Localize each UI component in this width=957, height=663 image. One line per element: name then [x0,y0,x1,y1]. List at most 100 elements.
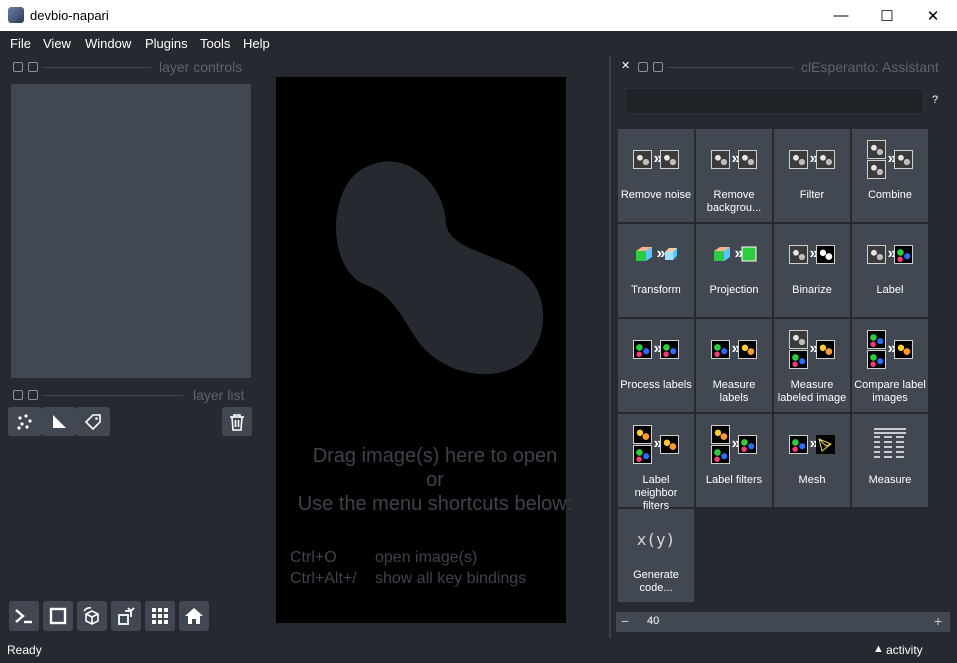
tile-label: Binarize [792,284,832,296]
dock-close-icon[interactable] [13,62,23,72]
assistant-tile-measure-labels[interactable]: » Measure labels [696,319,772,412]
thumbnail-icon [866,159,886,179]
thumbnail-icon [710,339,730,359]
console-button[interactable] [9,601,39,631]
double-chevron-icon: » [809,245,819,262]
dock-float-icon[interactable] [28,62,38,72]
trash-icon [230,413,244,431]
thumbnail-icon [816,244,836,264]
tile-label: Measure [868,474,912,486]
double-chevron-icon: » [887,245,897,262]
roll-dims-button[interactable] [77,601,107,631]
maximize-button[interactable]: ☐ [864,0,910,31]
drag-drop-hint: Drag image(s) here to open or Use the me… [276,444,594,516]
thumbnail-icon [816,339,836,359]
new-shapes-layer-button[interactable] [42,407,76,436]
tile-icon-group: » [788,224,836,284]
assistant-tile-remove-noise[interactable]: » Remove noise [618,129,694,222]
thumbnail-icon [788,329,808,349]
dock-close-x-icon[interactable]: ✕ [621,59,630,72]
dock-pin-icon[interactable] [653,62,663,72]
assistant-tile-process-labels[interactable]: » Process labels [618,319,694,412]
dock-splitter[interactable] [609,55,611,638]
close-button[interactable]: ✕ [910,0,956,31]
assistant-tile-transform[interactable]: » Transform [618,224,694,317]
code-icon: x(y) [636,529,676,549]
title-bar: devbio-napari — ☐ ✕ [0,0,957,32]
assistant-tile-combine[interactable]: » Combine [852,129,928,222]
tile-label: Label neighbor filters [634,474,678,512]
assistant-tile-measure-labeled-image[interactable]: » Measure labeled image [774,319,850,412]
tile-icon-group: » [633,224,680,284]
dock-float-icon[interactable] [638,62,648,72]
activity-chevron-icon[interactable]: ▲ [873,643,884,655]
tile-label: Compare label images [854,379,926,404]
assistant-title: clEsperanto: Assistant [801,59,939,75]
assistant-tile-binarize[interactable]: » Binarize [774,224,850,317]
tile-label: Measure labels [712,379,756,404]
dock-float-icon[interactable] [28,390,38,400]
new-labels-layer-button[interactable] [76,407,110,436]
slider-decrement-button[interactable]: − [621,613,629,629]
thumbnail-icon [866,329,886,349]
transpose-button[interactable] [111,601,141,631]
assistant-tile-label-neighbor-filters[interactable]: » Label neighbor filters [618,414,694,512]
menu-plugins[interactable]: Plugins [145,36,188,51]
assistant-tile-measure[interactable]: Measure [852,414,928,507]
layer-controls-title: layer controls [159,59,243,75]
thumbnail-icon [738,339,758,359]
menu-window[interactable]: Window [85,36,131,51]
thumbnail-icon [788,349,808,369]
thumbnail-icon [632,424,652,444]
reset-view-button[interactable] [179,601,209,631]
tile-icon-group: » [866,224,914,284]
thumbnail-icon [866,139,886,159]
menu-view[interactable]: View [43,36,71,51]
assistant-tile-projection[interactable]: » Projection [696,224,772,317]
menu-tools[interactable]: Tools [200,36,230,51]
dock-divider [43,395,183,396]
ndisplay-button[interactable] [43,601,73,631]
slider-value[interactable]: 40 [647,615,659,627]
drag-hint-line-3: Use the menu shortcuts below: [297,493,573,515]
help-button[interactable]: ? [932,94,938,106]
thumbnail-icon [788,149,808,169]
layer-controls-area [11,84,251,378]
shapes-icon [53,414,66,428]
assistant-tile-filter[interactable]: » Filter [774,129,850,222]
menu-help[interactable]: Help [243,36,270,51]
double-chevron-icon: » [653,340,663,357]
slider-increment-button[interactable]: + [934,613,942,629]
menu-bar: File View Window Plugins Tools Help [0,31,957,55]
tile-label: Mesh [798,474,826,486]
thumbnail-icon [710,149,730,169]
assistant-search-input[interactable] [625,88,924,114]
assistant-tile-label[interactable]: » Label [852,224,928,317]
grid-view-button[interactable] [145,601,175,631]
activity-button[interactable]: activity [886,643,923,657]
thumbnail-icon [710,424,730,444]
double-chevron-icon: » [809,150,819,167]
tile-label: Remove noise [620,189,692,201]
shortcut-key: Ctrl+O [290,549,337,566]
viewer-canvas[interactable] [276,77,566,623]
double-chevron-icon: » [653,435,663,452]
assistant-tile-label-filters[interactable]: » Label filters [696,414,772,507]
thumbnail-icon [894,149,914,169]
dims-slider[interactable]: − 40 + [616,612,950,632]
double-chevron-icon: » [731,435,741,452]
tile-label: Combine [867,189,913,201]
menu-file[interactable]: File [10,36,31,51]
double-chevron-icon: » [809,340,819,357]
dock-close-icon[interactable] [13,390,23,400]
assistant-tile-generate-code[interactable]: x(y) Generate code... [618,509,694,602]
thumbnail-icon [710,444,730,464]
assistant-tile-remove-backgrou[interactable]: » Remove backgrou... [696,129,772,222]
assistant-tile-mesh[interactable]: » Mesh [774,414,850,507]
small-cube-icon [665,248,678,260]
delete-layer-button[interactable] [222,407,252,436]
assistant-tile-compare-label-images[interactable]: » Compare label images [852,319,928,412]
double-chevron-icon: » [731,340,741,357]
minimize-button[interactable]: — [818,0,864,31]
new-points-layer-button[interactable] [8,407,42,436]
